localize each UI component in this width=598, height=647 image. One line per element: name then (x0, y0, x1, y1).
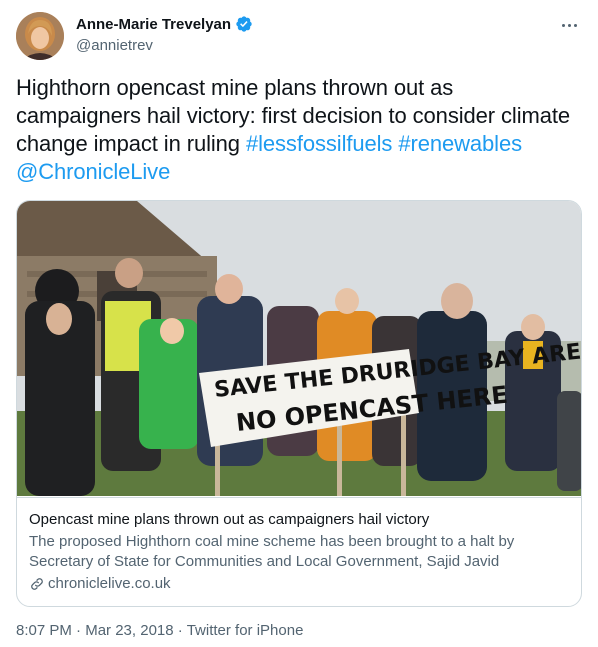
card-domain: chroniclelive.co.uk (48, 575, 171, 592)
card-description: The proposed Highthorn coal mine scheme … (29, 533, 515, 570)
meta-separator: · (76, 622, 82, 639)
card-image: SAVE THE DRURIDGE BAY AREA NO OPENCAST H… (17, 201, 581, 496)
avatar-image (16, 12, 64, 60)
author-name-row[interactable]: Anne-Marie Trevelyan (76, 15, 253, 33)
more-dot-icon (567, 23, 571, 27)
tweet-time[interactable]: 8:07 PM (16, 622, 72, 639)
link-preview-card[interactable]: SAVE THE DRURIDGE BAY AREA NO OPENCAST H… (16, 200, 582, 607)
author-handle[interactable]: @annietrev (76, 37, 153, 54)
meta-separator: · (177, 622, 183, 639)
tweet-date[interactable]: Mar 23, 2018 (85, 622, 173, 639)
tweet-text: Highthorn opencast mine plans thrown out… (16, 74, 576, 186)
protest-photo: SAVE THE DRURIDGE BAY AREA NO OPENCAST H… (17, 201, 581, 496)
more-options-button[interactable] (558, 14, 580, 36)
mention-link[interactable]: @ChronicleLive (16, 159, 170, 184)
tweet-meta: 8:07 PM · Mar 23, 2018 · Twitter for iPh… (16, 622, 303, 639)
author-display-name[interactable]: Anne-Marie Trevelyan (76, 16, 231, 33)
author-avatar[interactable] (16, 12, 64, 60)
more-dot-icon (573, 23, 577, 27)
card-domain-row: chroniclelive.co.uk (29, 574, 569, 594)
verified-badge-icon (236, 16, 252, 32)
link-icon (31, 578, 43, 590)
tweet-source[interactable]: Twitter for iPhone (187, 622, 304, 639)
more-dot-icon (561, 23, 565, 27)
hashtag-link[interactable]: #renewables (398, 131, 522, 156)
hashtag-link[interactable]: #lessfossilfuels (246, 131, 392, 156)
card-body: Opencast mine plans thrown out as campai… (17, 497, 581, 594)
card-title: Opencast mine plans thrown out as campai… (29, 511, 430, 528)
